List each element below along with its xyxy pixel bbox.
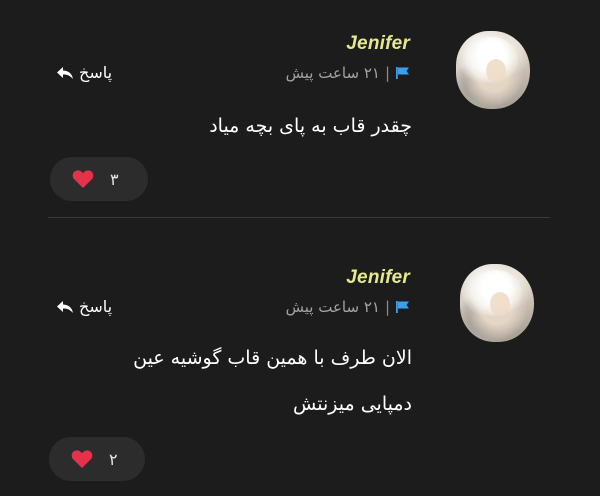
reply-arrow-icon: [57, 66, 73, 79]
meta-separator: |: [384, 64, 390, 82]
comment-text-line: چقدر قاب به پای بچه میاد: [209, 115, 412, 137]
comment-time: ۲۱ ساعت پیش: [285, 298, 380, 316]
like-count: ۲: [109, 449, 118, 469]
heart-icon: [71, 450, 93, 468]
reply-button[interactable]: پاسخ: [55, 63, 112, 82]
avatar[interactable]: [460, 264, 534, 342]
like-button[interactable]: ۳: [50, 157, 148, 201]
avatar-face: [490, 292, 510, 316]
like-count: ۳: [110, 169, 119, 189]
comment-text-line: دمپایی میزنتش: [293, 393, 412, 415]
reply-label: پاسخ: [79, 63, 113, 82]
comment-username[interactable]: Jenifer: [346, 33, 410, 55]
comment-divider: [48, 217, 550, 218]
comment-username[interactable]: Jenifer: [346, 267, 410, 289]
reply-button[interactable]: پاسخ: [55, 297, 112, 316]
comment-text-line: الان طرف با همین قاب گوشیه عین: [133, 347, 412, 369]
avatar-face: [486, 59, 506, 83]
comment-text: الان طرف با همین قاب گوشیه عین دمپایی می…: [52, 335, 412, 427]
reply-label: پاسخ: [79, 297, 113, 316]
comment-text: چقدر قاب به پای بچه میاد: [52, 103, 412, 149]
comment-card: Jenifer | ۲۱ ساعت پیش پاسخ الان طرف با ه…: [0, 219, 600, 496]
like-button[interactable]: ۲: [49, 437, 145, 481]
comment-card: Jenifer | ۲۱ ساعت پیش پاسخ چقدر قاب به پ…: [0, 0, 600, 218]
heart-icon: [72, 170, 94, 188]
flag-icon: [396, 301, 409, 313]
comment-meta: | ۲۱ ساعت پیش: [286, 298, 411, 316]
avatar[interactable]: [456, 31, 530, 109]
meta-separator: |: [384, 298, 390, 316]
comment-time: ۲۱ ساعت پیش: [285, 64, 380, 82]
reply-arrow-icon: [57, 300, 73, 313]
flag-icon: [396, 67, 409, 79]
comment-meta: | ۲۱ ساعت پیش: [286, 64, 411, 82]
